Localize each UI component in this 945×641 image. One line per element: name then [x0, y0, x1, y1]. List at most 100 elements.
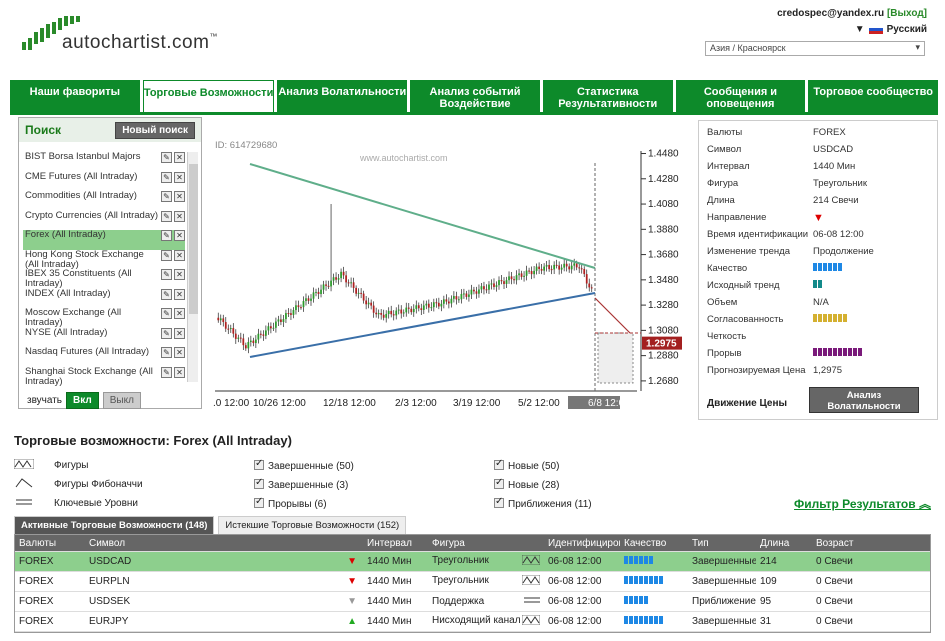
- edit-icon[interactable]: ✎: [161, 210, 172, 222]
- fibonacci-icon: [14, 477, 54, 492]
- column-header[interactable]: Качество: [620, 538, 688, 549]
- candle: [425, 303, 428, 306]
- delete-icon[interactable]: ✕: [174, 191, 185, 202]
- edit-icon[interactable]: ✎: [161, 288, 172, 300]
- new-search-button[interactable]: Новый поиск: [115, 121, 195, 139]
- edit-icon[interactable]: ✎: [161, 171, 172, 183]
- candle: [362, 293, 365, 301]
- candle: [385, 314, 388, 318]
- edit-icon[interactable]: ✎: [161, 230, 172, 241]
- edit-icon[interactable]: ✎: [161, 347, 172, 358]
- candle: [580, 268, 583, 270]
- filter-results-link[interactable]: Фильтр Результатов ︽: [794, 495, 931, 512]
- edit-icon[interactable]: ✎: [161, 327, 172, 339]
- candle: [227, 328, 230, 330]
- language-selector[interactable]: ▼ Русский: [855, 24, 927, 35]
- column-header[interactable]: Длина: [756, 538, 812, 549]
- tab-community[interactable]: Торговое сообщество: [808, 80, 939, 112]
- search-list-item[interactable]: Shanghai Stock Exchange (All Intraday) ✎ ✕: [23, 366, 185, 386]
- tab-event-impact[interactable]: Анализ событий Воздействие: [410, 80, 540, 112]
- table-row[interactable]: FOREX EURJPY ▲ 1440 Мин Нисходящий канал …: [15, 612, 930, 632]
- column-header[interactable]: Символ: [85, 538, 363, 549]
- logout-link[interactable]: [Выход]: [887, 8, 927, 19]
- filter-new-patterns[interactable]: Новые (50): [494, 458, 559, 472]
- resistance-line: [249, 163, 596, 269]
- candle: [325, 284, 327, 286]
- info-row: Время идентификации 06-08 12:00: [707, 229, 864, 240]
- tab-active-opportunities[interactable]: Активные Торговые Возможности (148): [14, 516, 215, 535]
- search-list-item[interactable]: IBEX 35 Constituents (All Intraday) ✎ ✕: [23, 269, 185, 289]
- direction-arrow-icon: ▲: [347, 616, 357, 627]
- filter-breakouts[interactable]: Прорывы (6): [254, 496, 494, 510]
- filters: Фигуры Завершенные (50) Новые (50) Фигур…: [13, 456, 614, 513]
- candle: [463, 293, 465, 295]
- search-list-item[interactable]: Crypto Currencies (All Intraday) ✎ ✕: [23, 210, 185, 231]
- timezone-select[interactable]: Азия / Красноярск: [705, 41, 925, 56]
- edit-icon[interactable]: ✎: [161, 152, 172, 163]
- delete-icon[interactable]: ✕: [174, 269, 185, 280]
- delete-icon[interactable]: ✕: [174, 327, 185, 339]
- candle: [500, 280, 503, 282]
- search-list-item[interactable]: Nasdaq Futures (All Intraday) ✎ ✕: [23, 347, 185, 367]
- candle: [290, 313, 292, 315]
- tab-volatility[interactable]: Анализ Волатильности: [277, 80, 408, 112]
- column-header[interactable]: Тип: [688, 538, 756, 549]
- scrollbar[interactable]: [187, 152, 198, 382]
- filter-new-fibonacci[interactable]: Новые (28): [494, 477, 559, 491]
- filter-approaches[interactable]: Приближения (11): [494, 496, 592, 510]
- delete-icon[interactable]: ✕: [174, 249, 185, 261]
- tab-alerts[interactable]: Сообщения и оповещения: [675, 80, 806, 112]
- delete-icon[interactable]: ✕: [174, 230, 185, 241]
- tab-expired-opportunities[interactable]: Истекшие Торговые Возможности (152): [218, 516, 407, 535]
- edit-icon[interactable]: ✎: [161, 308, 172, 319]
- search-list-item[interactable]: NYSE (All Intraday) ✎ ✕: [23, 327, 185, 348]
- column-header[interactable]: Фигура: [428, 538, 544, 549]
- tab-statistics[interactable]: Статистика Результативности: [542, 80, 673, 112]
- candle: [247, 342, 250, 349]
- delete-icon[interactable]: ✕: [174, 288, 185, 300]
- tab-favorites[interactable]: Наши фавориты: [10, 80, 140, 112]
- candle: [352, 282, 355, 288]
- table-row[interactable]: FOREX EURPLN ▼ 1440 Мин Треугольник 06-08…: [15, 572, 930, 592]
- candle: [528, 270, 530, 272]
- delete-icon[interactable]: ✕: [174, 171, 185, 183]
- price-chart: ID: 614729680 www.autochartist.com 1.4480 1…: [205, 133, 685, 411]
- delete-icon[interactable]: ✕: [174, 152, 185, 163]
- candle: [367, 302, 370, 305]
- column-header[interactable]: Валюты: [15, 538, 85, 549]
- candle: [402, 312, 405, 314]
- edit-icon[interactable]: ✎: [161, 191, 172, 202]
- edit-icon[interactable]: ✎: [161, 366, 172, 378]
- tab-trading-opportunities[interactable]: Торговые Возможности: [142, 80, 275, 112]
- filter-completed-patterns[interactable]: Завершенные (50): [254, 458, 494, 472]
- candle: [442, 299, 445, 304]
- y-tick-label: 1.2880: [648, 351, 679, 362]
- search-list-item[interactable]: INDEX (All Intraday) ✎ ✕: [23, 288, 185, 309]
- search-list-item[interactable]: Commodities (All Intraday) ✎ ✕: [23, 191, 185, 211]
- candle: [560, 267, 563, 270]
- sound-on-button[interactable]: Вкл: [66, 392, 99, 409]
- table-row[interactable]: FOREX USDSEK ▼ 1440 Мин Поддержка 06-08 1…: [15, 592, 930, 612]
- sound-off-button[interactable]: Выкл: [102, 392, 141, 409]
- edit-icon[interactable]: ✎: [161, 249, 172, 261]
- column-header[interactable]: Идентифициров: [544, 538, 620, 549]
- candle: [257, 333, 260, 340]
- column-header[interactable]: Возраст: [812, 538, 882, 549]
- search-list-item[interactable]: Hong Kong Stock Exchange (All Intraday) ✎…: [23, 249, 185, 269]
- y-tick-label: 1.3280: [648, 300, 679, 311]
- delete-icon[interactable]: ✕: [174, 347, 185, 358]
- search-list-item[interactable]: Forex (All Intraday) ✎ ✕: [23, 230, 185, 250]
- column-header[interactable]: Интервал: [363, 538, 428, 549]
- watermark: www.autochartist.com: [359, 153, 448, 163]
- filter-completed-fibonacci[interactable]: Завершенные (3): [254, 477, 494, 491]
- search-list-item[interactable]: Moscow Exchange (All Intraday) ✎ ✕: [23, 308, 185, 328]
- quality-bars: [620, 556, 688, 567]
- volatility-analysis-button[interactable]: Анализ Волатильности: [809, 387, 919, 413]
- delete-icon[interactable]: ✕: [174, 366, 185, 378]
- edit-icon[interactable]: ✎: [161, 269, 172, 280]
- delete-icon[interactable]: ✕: [174, 210, 185, 222]
- delete-icon[interactable]: ✕: [174, 308, 185, 319]
- table-row[interactable]: FOREX USDCAD ▼ 1440 Мин Треугольник 06-08…: [15, 552, 930, 572]
- search-list-item[interactable]: BIST Borsa Istanbul Majors ✎ ✕: [23, 152, 185, 172]
- search-list-item[interactable]: CME Futures (All Intraday) ✎ ✕: [23, 171, 185, 192]
